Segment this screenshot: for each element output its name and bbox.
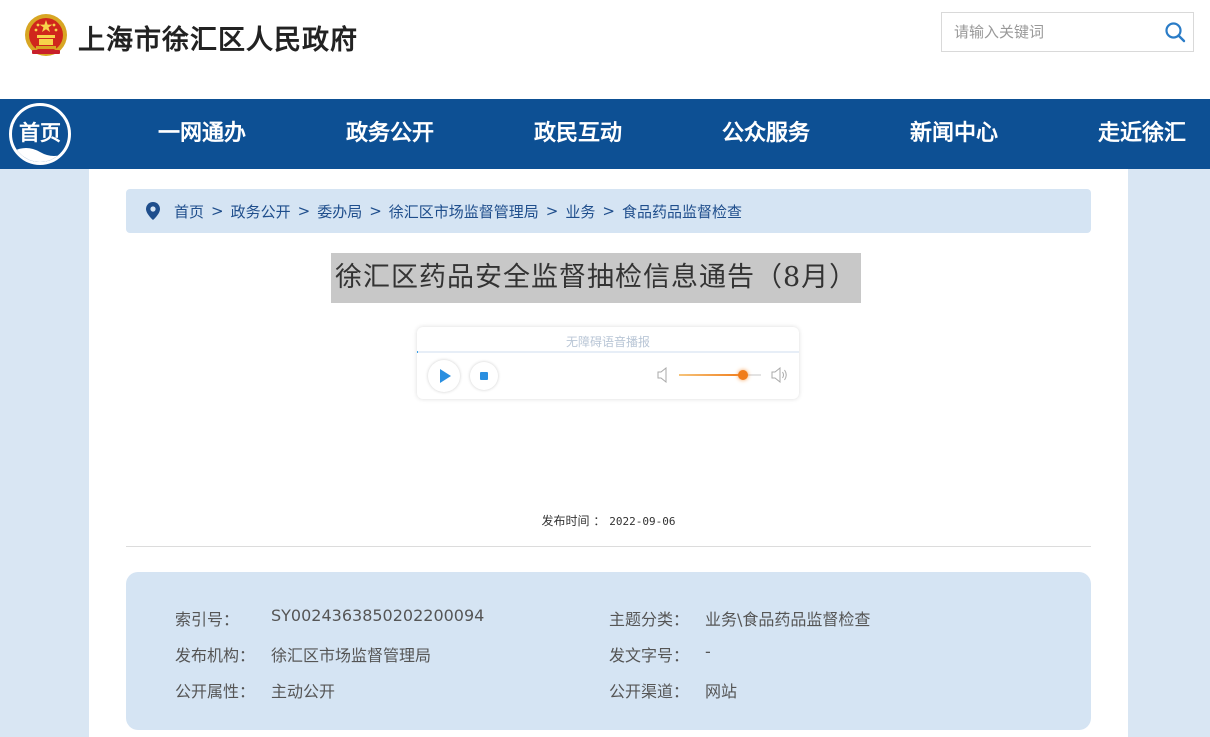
breadcrumb-food-drug-inspection[interactable]: 食品药品监督检查 [622, 201, 742, 222]
breadcrumb-separator: > [602, 202, 615, 220]
meta-index-label: 索引号： [175, 610, 240, 629]
volume-high-icon[interactable] [771, 367, 789, 383]
player-progress-bar[interactable] [417, 351, 799, 353]
stop-button[interactable] [470, 362, 498, 390]
breadcrumb-separator: > [297, 202, 311, 220]
meta-channel-label: 公开渠道： [609, 682, 690, 701]
meta-docno-label: 发文字号： [609, 646, 690, 665]
wave-icon [12, 148, 68, 162]
meta-channel-value: 网站 [705, 682, 738, 701]
site-header: 上海市徐汇区人民政府 [0, 0, 1210, 99]
volume-level [679, 374, 743, 376]
search-input[interactable] [942, 13, 1152, 51]
meta-org-value: 徐汇区市场监督管理局 [271, 646, 432, 665]
volume-knob[interactable] [738, 370, 748, 380]
nav-item-gongzhongfuwu[interactable]: 公众服务 [716, 99, 816, 169]
article-title: 徐汇区药品安全监督抽检信息通告（8月） [331, 253, 862, 303]
publish-time-label: 发布时间 [541, 514, 590, 528]
nav-home-button[interactable]: 首页 [9, 103, 71, 165]
document-meta-panel: 索引号： SY0024363850202200094 主题分类： 业务\食品药品… [126, 572, 1091, 730]
national-emblem-icon[interactable] [24, 13, 68, 57]
breadcrumb-yewu[interactable]: 业务 [565, 201, 595, 222]
breadcrumb-zhengwugongkai[interactable]: 政务公开 [231, 201, 291, 222]
nav-item-zhengminhudong[interactable]: 政民互动 [528, 99, 628, 169]
breadcrumb-separator: > [369, 202, 382, 220]
play-button[interactable] [428, 360, 460, 392]
breadcrumb: 首页 > 政务公开 > 委办局 > 徐汇区市场监督管理局 > 业务 > 食品药品… [126, 189, 1091, 233]
meta-docno-value: - [705, 642, 711, 661]
breadcrumb-market-bureau[interactable]: 徐汇区市场监督管理局 [389, 201, 539, 222]
player-title: 无障碍语音播报 [565, 335, 650, 349]
meta-attr-value: 主动公开 [271, 682, 336, 701]
breadcrumb-home[interactable]: 首页 [174, 201, 204, 222]
nav-home-label: 首页 [19, 121, 61, 145]
meta-topic-value: 业务\食品药品监督检查 [705, 610, 871, 629]
nav-item-yiwangtongban[interactable]: 一网通办 [152, 99, 252, 169]
breadcrumb-separator: > [545, 202, 559, 220]
stop-icon [480, 372, 488, 380]
nav-item-zhengwugongkai[interactable]: 政务公开 [340, 99, 440, 169]
meta-topic-label: 主题分类： [609, 610, 690, 629]
nav-item-zoujinxuhui[interactable]: 走近徐汇 [1092, 99, 1192, 169]
search-box [941, 12, 1194, 52]
meta-attr-label: 公开属性： [175, 682, 256, 701]
breadcrumb-separator: > [211, 202, 224, 220]
location-pin-icon [146, 202, 160, 220]
meta-org-label: 发布机构： [175, 646, 256, 665]
site-title[interactable]: 上海市徐汇区人民政府 [78, 18, 358, 57]
divider [126, 546, 1091, 547]
play-icon [440, 369, 451, 383]
nav-item-xinwenzhongxin[interactable]: 新闻中心 [904, 99, 1004, 169]
volume-slider[interactable] [679, 370, 761, 380]
publish-time-value: 2022-09-06 [609, 515, 676, 528]
content-panel: 首页 > 政务公开 > 委办局 > 徐汇区市场监督管理局 > 业务 > 食品药品… [89, 169, 1128, 737]
publish-time-separator: ： [593, 514, 606, 528]
search-icon[interactable] [1163, 20, 1187, 44]
meta-index-value: SY0024363850202200094 [271, 606, 485, 625]
volume-low-icon[interactable] [657, 367, 671, 383]
audio-player: 无障碍语音播报 [417, 327, 799, 399]
publish-time: 发布时间 ： 2022-09-06 [89, 512, 1128, 529]
main-nav: 首页 一网通办 政务公开 政民互动 公众服务 新闻中心 走近徐汇 [0, 99, 1210, 169]
breadcrumb-weibanju[interactable]: 委办局 [317, 201, 362, 222]
